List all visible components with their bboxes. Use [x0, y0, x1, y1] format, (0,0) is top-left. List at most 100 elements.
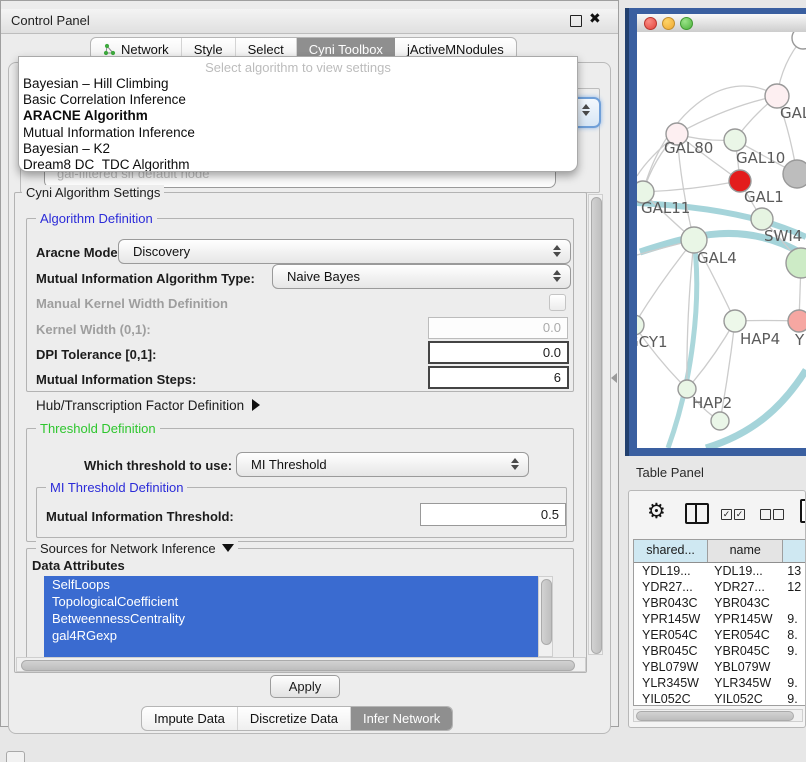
network-graph[interactable]: GALGAL80GAL10GAL1SWI4GAL11GAL4GCY1HAP4YH…	[637, 32, 806, 448]
network-node[interactable]	[783, 160, 806, 188]
manual-kernel-width-checkbox[interactable]	[549, 294, 566, 311]
control-panel-title: Control Panel	[11, 9, 90, 33]
attribute-item[interactable]: TopologicalCoefficient	[44, 593, 538, 610]
control-panel-titlebar[interactable]: Control Panel ✖	[1, 9, 618, 34]
apply-button[interactable]: Apply	[270, 675, 340, 698]
combo-arrows-icon	[511, 458, 519, 470]
table-cell: YDR27...	[634, 579, 708, 595]
scrollbar-thumb[interactable]	[21, 660, 575, 671]
cyni-algorithm-settings-title: Cyni Algorithm Settings	[22, 185, 164, 200]
kernel-width-field[interactable]: 0.0	[428, 317, 568, 339]
table-cell: 9.	[783, 611, 806, 627]
scrollbar-thumb[interactable]	[541, 579, 552, 645]
unchecked-box-icon[interactable]	[760, 509, 771, 520]
network-node[interactable]	[724, 129, 746, 151]
node-label: GAL10	[736, 149, 785, 167]
algorithm-option[interactable]: Mutual Information Inference	[19, 125, 577, 141]
table-cell: YPR145W	[634, 611, 708, 627]
table-rows: YDL19...YDL19...13YDR27...YDR27...12YBR0…	[634, 563, 806, 706]
node-table: shared... name YDL19...YDL19...13YDR27..…	[633, 539, 806, 706]
mi-steps-label: Mutual Information Steps:	[36, 372, 196, 387]
attribute-item[interactable]: gal4RGexp	[44, 627, 538, 644]
network-node[interactable]	[711, 412, 729, 430]
table-row[interactable]: YIL052CYIL052C9.	[634, 691, 806, 706]
combo-arrows-icon	[553, 270, 561, 282]
network-node[interactable]	[792, 32, 806, 49]
mi-algorithm-type-combo[interactable]: Naive Bayes	[272, 264, 571, 289]
splitter-collapse-icon[interactable]	[611, 373, 617, 383]
network-node[interactable]	[788, 310, 806, 332]
data-attributes-list[interactable]: SelfLoopsTopologicalCoefficientBetweenne…	[44, 576, 538, 657]
hub-definition-expander[interactable]: Hub/Transcription Factor Definition	[36, 398, 260, 413]
table-row[interactable]: YBR045CYBR045C9.	[634, 643, 806, 659]
expand-down-icon	[222, 544, 234, 552]
network-node[interactable]	[637, 315, 644, 335]
column-header-shared-name[interactable]: shared...	[634, 540, 708, 562]
checked-box-icon[interactable]: ✓	[734, 509, 745, 520]
column-header-partial[interactable]	[783, 540, 806, 562]
attribute-item-partial[interactable]	[44, 644, 538, 657]
attribute-item[interactable]: SelfLoops	[44, 576, 538, 593]
split-columns-icon[interactable]	[685, 503, 709, 524]
algorithm-option[interactable]: ARACNE Algorithm	[19, 108, 577, 124]
table-horizontal-scrollbar[interactable]	[633, 709, 803, 722]
network-node[interactable]	[724, 310, 746, 332]
table-cell	[783, 595, 806, 611]
which-threshold-combo[interactable]: MI Threshold	[236, 452, 529, 477]
tab-impute-data[interactable]: Impute Data	[142, 707, 238, 730]
table-row[interactable]: YDR27...YDR27...12	[634, 579, 806, 595]
combo-arrows-icon	[582, 104, 590, 116]
table-cell: 8.	[783, 627, 806, 643]
close-icon[interactable]: ✖	[589, 10, 601, 27]
algorithm-option[interactable]: Dream8 DC_TDC Algorithm	[19, 157, 577, 172]
attribute-item[interactable]: BetweennessCentrality	[44, 610, 538, 627]
table-cell: YBL079W	[634, 659, 708, 675]
table-row[interactable]: YDL19...YDL19...13	[634, 563, 806, 579]
table-cell: YIL052C	[634, 691, 708, 706]
table-cell: 9.	[783, 643, 806, 659]
network-edge[interactable]	[677, 96, 777, 134]
sources-title-row[interactable]: Sources for Network Inference	[36, 541, 238, 556]
settings-vertical-scrollbar[interactable]	[588, 194, 603, 655]
network-window-titlebar[interactable]	[637, 14, 806, 33]
settings-horizontal-scrollbar[interactable]	[16, 657, 586, 672]
table-row[interactable]: YPR145WYPR145W9.	[634, 611, 806, 627]
gear-icon[interactable]: ⚙	[647, 499, 666, 524]
checked-box-icon[interactable]: ✓	[721, 509, 732, 520]
tab-discretize-data[interactable]: Discretize Data	[238, 707, 351, 730]
expand-right-icon	[252, 399, 260, 411]
close-traffic-light-icon[interactable]	[644, 17, 657, 30]
network-edge[interactable]	[643, 181, 740, 192]
network-node[interactable]	[786, 248, 806, 278]
scrollbar-thumb[interactable]	[591, 197, 602, 654]
mi-steps-field[interactable]: 6	[428, 366, 569, 389]
table-row[interactable]: YER054CYER054C8.	[634, 627, 806, 643]
algorithm-option[interactable]: Bayesian – K2	[19, 141, 577, 157]
network-edge[interactable]	[668, 240, 697, 448]
table-row[interactable]: YLR345WYLR345W9.	[634, 675, 806, 691]
column-header-name[interactable]: name	[708, 540, 783, 562]
tab-infer-network[interactable]: Infer Network	[351, 707, 452, 730]
aracne-mode-combo[interactable]: Discovery	[118, 239, 571, 264]
table-cell: YBR043C	[708, 595, 783, 611]
unchecked-box-icon[interactable]	[773, 509, 784, 520]
algorithm-option[interactable]: Bayesian – Hill Climbing	[19, 76, 577, 92]
minimize-traffic-light-icon[interactable]	[662, 17, 675, 30]
network-canvas[interactable]: GALGAL80GAL10GAL1SWI4GAL11GAL4GCY1HAP4YH…	[637, 32, 806, 448]
table-cell: YER054C	[634, 627, 708, 643]
dpi-tolerance-field[interactable]: 0.0	[428, 341, 569, 364]
algorithm-dropdown-prompt: Select algorithm to view settings	[19, 57, 577, 76]
algorithm-option[interactable]: Basic Correlation Inference	[19, 92, 577, 108]
zoom-traffic-light-icon[interactable]	[680, 17, 693, 30]
table-cell: YDR27...	[708, 579, 783, 595]
minimized-panel-button[interactable]	[6, 751, 25, 762]
table-row[interactable]: YBR043CYBR043C	[634, 595, 806, 611]
float-window-icon[interactable]	[570, 15, 582, 27]
manual-kernel-width-label: Manual Kernel Width Definition	[36, 296, 228, 311]
scrollbar-thumb[interactable]	[636, 711, 794, 721]
attributes-list-scrollbar[interactable]	[538, 576, 553, 657]
document-icon[interactable]	[800, 499, 806, 523]
table-cell: YBR045C	[634, 643, 708, 659]
mi-threshold-field[interactable]: 0.5	[420, 503, 566, 526]
table-row[interactable]: YBL079WYBL079W	[634, 659, 806, 675]
